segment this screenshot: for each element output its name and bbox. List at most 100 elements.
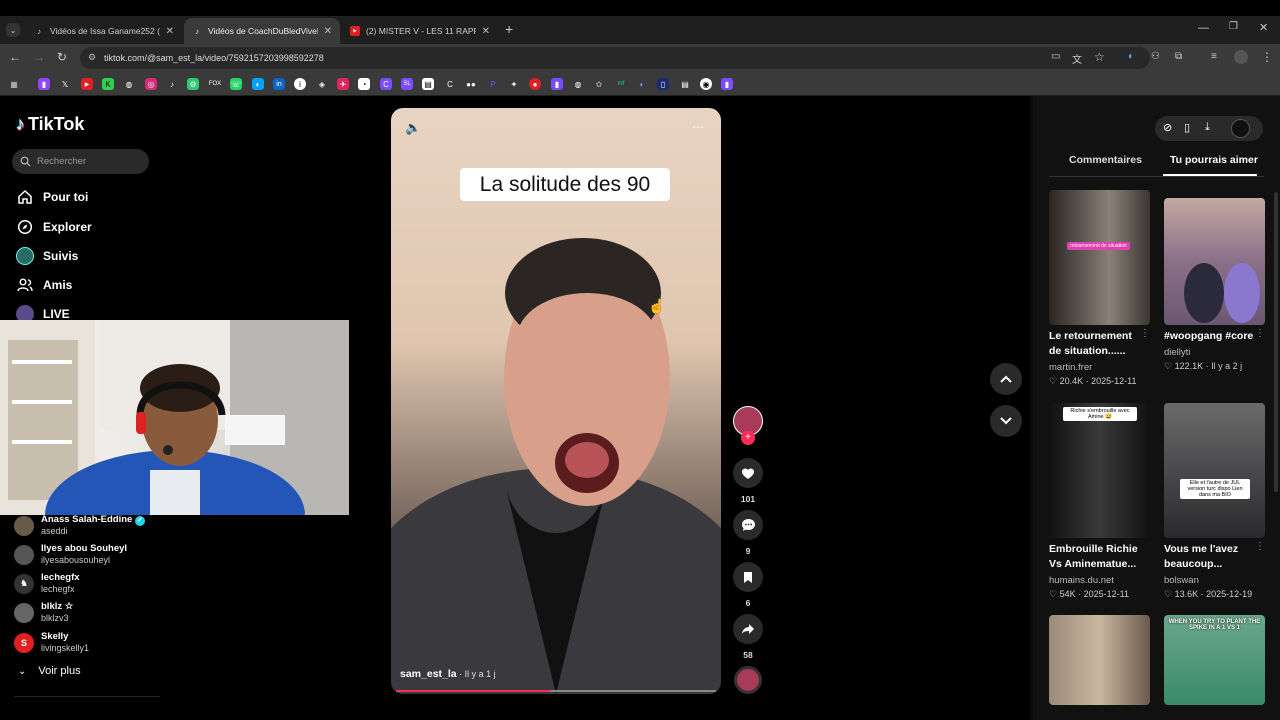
video-card-thumbnail[interactable]: retournement de situation: [1049, 190, 1150, 325]
bookmark-icon[interactable]: mf: [615, 78, 627, 90]
following-item[interactable]: Anass Salah-Eddine ✓ aseddi: [14, 514, 145, 537]
scrollbar[interactable]: [1274, 192, 1278, 492]
video-card-title[interactable]: #woopgang #core: [1164, 329, 1258, 344]
extension-icon[interactable]: ⚇: [1151, 51, 1160, 62]
video-card-author[interactable]: diellyti: [1164, 347, 1190, 358]
bookmark-icon[interactable]: FOX: [209, 78, 221, 90]
following-item[interactable]: blklz ☆ blklzv3: [14, 601, 73, 624]
bookmark-globe-icon[interactable]: ◍: [572, 78, 584, 90]
maximize-button[interactable]: ❐: [1229, 21, 1238, 32]
site-info-icon[interactable]: ⚙: [88, 52, 96, 63]
close-icon[interactable]: ✕: [324, 26, 332, 37]
video-card-title[interactable]: Le retournement de situation......: [1049, 329, 1143, 359]
tab-2[interactable]: ♪ Vidéos de CoachDuBledViveLe ✕: [184, 18, 340, 44]
new-tab-button[interactable]: +: [505, 21, 513, 37]
bookmark-icon[interactable]: ◈: [316, 78, 328, 90]
video-card-title[interactable]: Embrouille Richie Vs Aminematue...: [1049, 542, 1149, 572]
forward-icon[interactable]: →: [33, 50, 45, 64]
bookmark-icon[interactable]: ▤: [679, 78, 691, 90]
video-card-author[interactable]: humains.du.net: [1049, 575, 1114, 586]
bookmark-icon[interactable]: ◐: [636, 78, 648, 90]
bookmark-icon[interactable]: ▮: [551, 78, 563, 90]
bookmark-globe-icon[interactable]: ◍: [123, 78, 135, 90]
bookmark-star-icon[interactable]: ☆: [1094, 50, 1105, 64]
more-options-icon[interactable]: ⋮: [1255, 541, 1265, 552]
bookmark-x-icon[interactable]: 𝕏: [59, 78, 71, 90]
volume-icon[interactable]: 🔈: [405, 120, 421, 136]
menu-icon[interactable]: ⋮: [1261, 50, 1273, 64]
translate-icon[interactable]: 文: [1072, 51, 1082, 66]
download-icon[interactable]: ⤓: [1205, 121, 1210, 134]
like-button[interactable]: 101: [733, 458, 763, 504]
tab-you-might-like[interactable]: Tu pourrais aimer: [1170, 154, 1258, 166]
bookmark-icon[interactable]: P: [487, 78, 499, 90]
video-progress-track[interactable]: [396, 690, 716, 692]
music-disc[interactable]: [733, 666, 763, 694]
following-item[interactable]: Ilyes abou Souheyl ilyesabousouheyl: [14, 543, 127, 566]
video-card-thumbnail[interactable]: [1164, 198, 1265, 325]
bookmark-icon[interactable]: ●: [529, 78, 541, 90]
bookmark-icon[interactable]: ▯: [657, 78, 669, 90]
profile-avatar[interactable]: [1234, 50, 1248, 64]
install-icon[interactable]: ▭: [1051, 51, 1060, 62]
video-card-title[interactable]: Vous me l'avez beaucoup...: [1164, 542, 1258, 572]
phone-icon[interactable]: ▯: [1184, 121, 1190, 134]
back-icon[interactable]: ←: [9, 50, 21, 64]
bookmark-icon[interactable]: ☏: [230, 78, 242, 90]
minimize-button[interactable]: —: [1198, 22, 1209, 34]
nav-following[interactable]: Suivis: [16, 247, 78, 265]
reload-icon[interactable]: ↻: [57, 50, 67, 64]
bookmark-tiktok-icon[interactable]: ♪: [166, 78, 178, 90]
tab-search-button[interactable]: ⌄: [6, 23, 20, 37]
nav-for-you[interactable]: Pour toi: [16, 188, 88, 206]
close-window-button[interactable]: ✕: [1259, 21, 1268, 34]
bookmark-icon[interactable]: ✦: [508, 78, 520, 90]
following-item[interactable]: ♞ lechegfx lechegfx: [14, 572, 80, 595]
bookmark-icon[interactable]: C: [444, 78, 456, 90]
bookmark-youtube-icon[interactable]: ▶: [81, 78, 93, 90]
media-icon[interactable]: ≡: [1211, 51, 1217, 62]
bookmark-icon[interactable]: ◐: [252, 78, 264, 90]
nav-explore[interactable]: Explorer: [16, 218, 92, 236]
video-author[interactable]: sam_est_la: [400, 668, 457, 680]
share-button[interactable]: 58: [733, 614, 763, 660]
bookmark-twitch-icon[interactable]: ▮: [38, 78, 50, 90]
creator-avatar[interactable]: +: [733, 406, 763, 445]
more-options-icon[interactable]: ···: [692, 118, 704, 134]
video-card-thumbnail[interactable]: [1049, 615, 1150, 705]
bookmark-icon[interactable]: SL: [401, 78, 413, 90]
following-item[interactable]: S Skelly livingskelly1: [14, 631, 89, 654]
bookmark-icon[interactable]: ✈: [337, 78, 349, 90]
tab-1[interactable]: ♪ Vidéos de Issa Ganame252 (@i ✕: [26, 18, 182, 44]
previous-video-button[interactable]: [990, 363, 1022, 395]
url-input[interactable]: ⚙ tiktok.com/@sam_est_la/video/759215720…: [80, 47, 1150, 69]
profile-avatar[interactable]: [1231, 119, 1250, 138]
bookmark-icon[interactable]: ✿: [593, 78, 605, 90]
close-icon[interactable]: ✕: [166, 26, 174, 37]
bookmark-icon[interactable]: ◉: [700, 78, 712, 90]
bookmark-instagram-icon[interactable]: ◎: [145, 78, 157, 90]
puzzle-icon[interactable]: ⧉: [1175, 51, 1182, 62]
bookmark-icon[interactable]: ◔: [358, 78, 370, 90]
tiktok-logo[interactable]: ♪ TikTok: [16, 114, 84, 135]
bookmark-icon[interactable]: ▮: [721, 78, 733, 90]
compass-icon[interactable]: ⊘: [1163, 121, 1172, 134]
bookmark-icon[interactable]: ●●: [465, 78, 477, 90]
apps-icon[interactable]: ▦: [8, 78, 20, 90]
more-options-icon[interactable]: ⋮: [1140, 328, 1150, 339]
tab-comments[interactable]: Commentaires: [1069, 154, 1142, 166]
video-card-thumbnail[interactable]: Elle et l'autre de JUL version turc disp…: [1164, 403, 1265, 538]
close-icon[interactable]: ✕: [482, 26, 490, 37]
bookmark-kick-icon[interactable]: K: [102, 78, 114, 90]
video-card-author[interactable]: martin.frer: [1049, 362, 1092, 373]
see-more-button[interactable]: ⌄ Voir plus: [18, 665, 81, 677]
extension-icon[interactable]: ◖: [1127, 51, 1133, 62]
more-options-icon[interactable]: ⋮: [1255, 328, 1265, 339]
search-box[interactable]: Rechercher: [12, 149, 149, 174]
follow-plus-icon[interactable]: +: [741, 431, 755, 445]
save-button[interactable]: 6: [733, 562, 763, 608]
bookmark-info-icon[interactable]: i: [294, 78, 306, 90]
bookmark-icon[interactable]: C: [380, 78, 392, 90]
video-card-author[interactable]: bolswan: [1164, 575, 1199, 586]
video-player[interactable]: 🔈 ··· La solitude des 90 sam_est_la · Il…: [391, 108, 721, 694]
